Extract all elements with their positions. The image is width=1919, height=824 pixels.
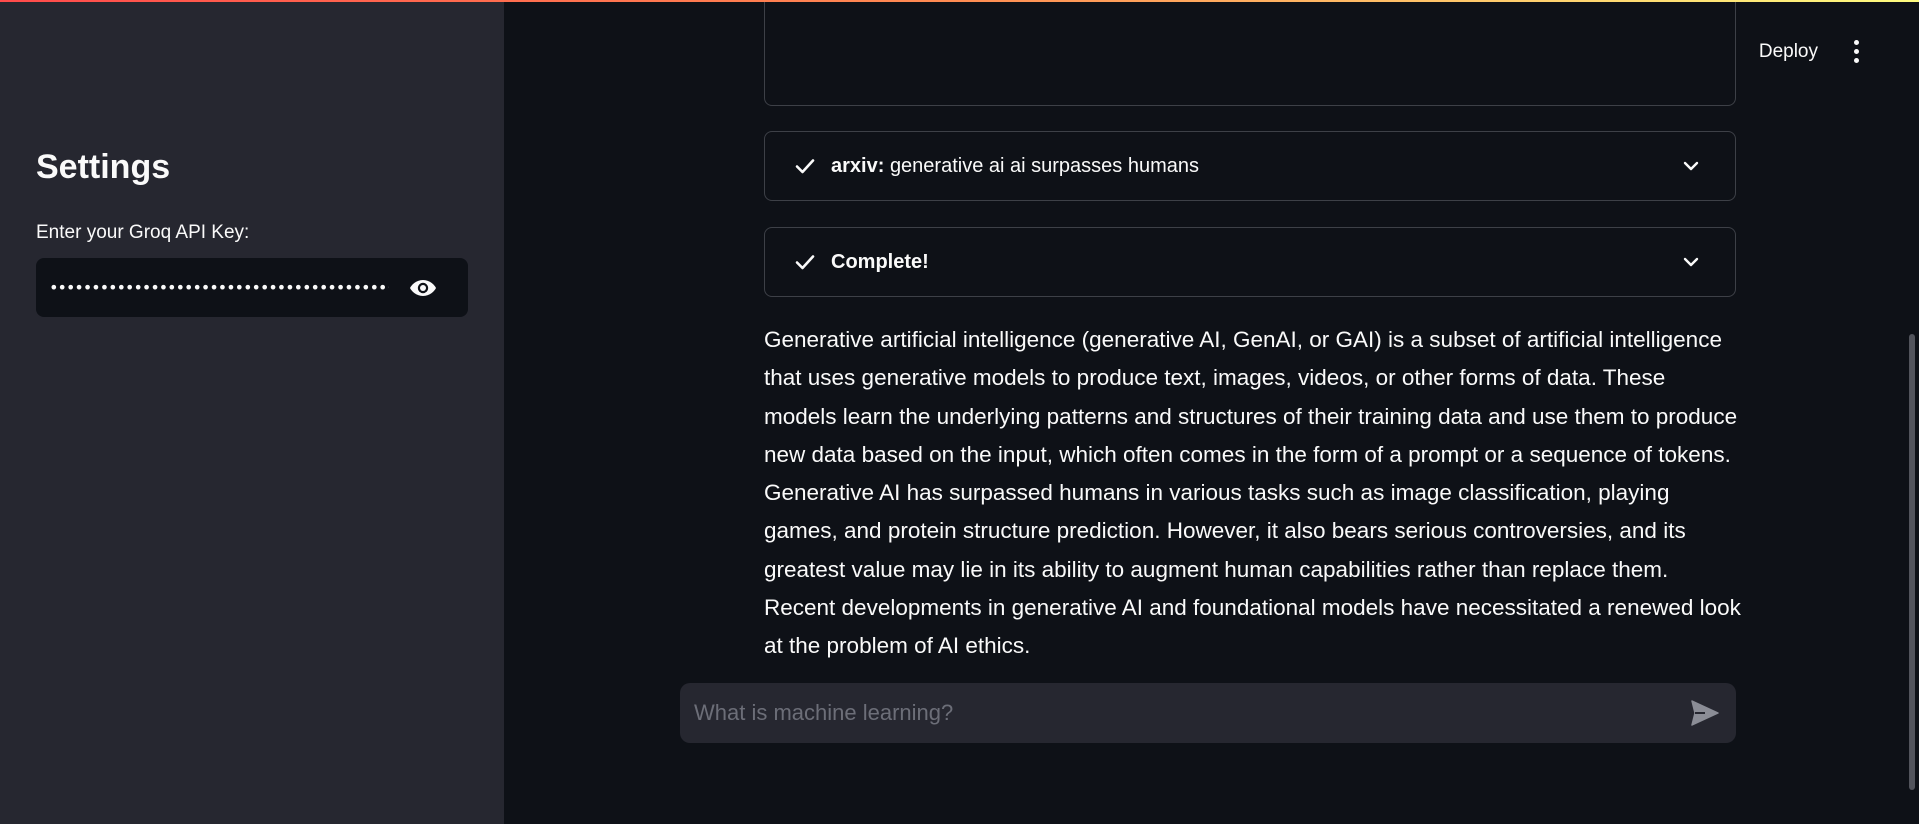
sidebar: Settings Enter your Groq API Key: ••••••… bbox=[0, 0, 504, 824]
main-menu-button[interactable] bbox=[1848, 38, 1865, 65]
chevron-down-icon bbox=[1683, 161, 1699, 171]
check-icon bbox=[795, 159, 815, 174]
chevron-down-icon bbox=[1683, 257, 1699, 267]
header-decoration-bar bbox=[0, 0, 1919, 2]
kebab-dot bbox=[1854, 58, 1859, 63]
step-query: generative ai ai surpasses humans bbox=[889, 154, 1199, 177]
expander-label: arxiv: generative ai ai surpasses humans bbox=[831, 155, 1199, 178]
expander-previous-step[interactable] bbox=[764, 0, 1736, 106]
scrollbar-thumb[interactable] bbox=[1909, 334, 1915, 790]
send-button[interactable] bbox=[1690, 699, 1720, 727]
expander-label: Complete! bbox=[831, 251, 929, 274]
scrollbar[interactable] bbox=[1905, 0, 1919, 824]
expander-complete-step[interactable]: Complete! bbox=[764, 227, 1736, 297]
expander-arxiv-step[interactable]: arxiv: generative ai ai surpasses humans bbox=[764, 131, 1736, 201]
api-key-label: Enter your Groq API Key: bbox=[36, 222, 250, 243]
check-icon bbox=[795, 255, 815, 270]
chat-input-container bbox=[680, 683, 1736, 743]
assistant-answer-text: Generative artificial intelligence (gene… bbox=[764, 327, 1741, 659]
header-actions: Deploy bbox=[1759, 38, 1865, 65]
deploy-button[interactable]: Deploy bbox=[1759, 41, 1818, 63]
show-password-button[interactable] bbox=[408, 273, 438, 303]
api-key-field: ••••••••••••••••••••••••••••••••••••••••… bbox=[36, 258, 468, 317]
api-key-input[interactable]: ••••••••••••••••••••••••••••••••••••••••… bbox=[49, 278, 389, 297]
kebab-dot bbox=[1854, 40, 1859, 45]
chat-input[interactable] bbox=[692, 699, 1656, 727]
eye-icon bbox=[410, 280, 436, 296]
send-icon bbox=[1691, 700, 1719, 726]
step-source: arxiv: bbox=[831, 154, 885, 177]
main-content: Deploy arxiv: generative ai ai surpasses… bbox=[504, 0, 1919, 824]
kebab-dot bbox=[1854, 49, 1859, 54]
step-complete-label: Complete! bbox=[831, 250, 929, 273]
sidebar-title: Settings bbox=[36, 148, 171, 186]
